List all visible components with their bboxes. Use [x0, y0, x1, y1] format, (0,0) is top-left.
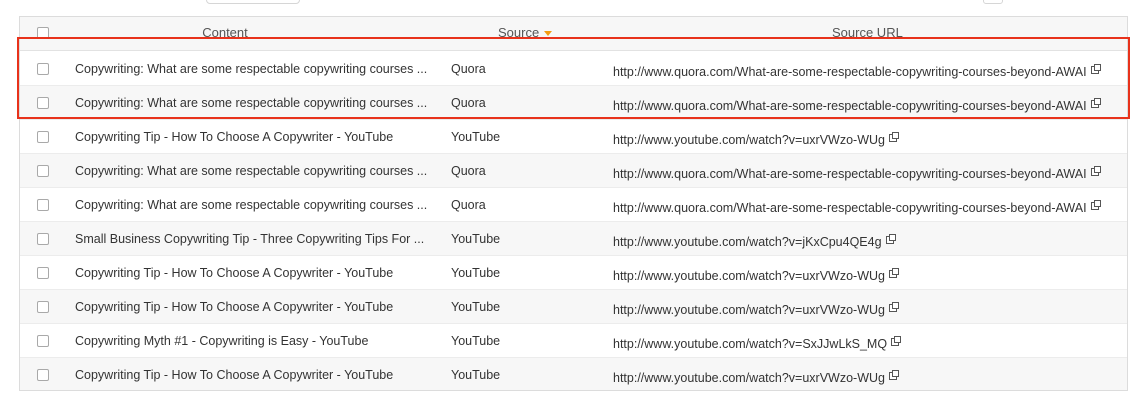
row-content: Copywriting Tip - How To Choose A Copywr… — [75, 368, 394, 382]
table-row[interactable]: Copywriting Tip - How To Choose A Copywr… — [20, 256, 1127, 290]
row-checkbox[interactable] — [37, 233, 49, 245]
header-content[interactable]: Content — [20, 25, 430, 40]
table-row[interactable]: Copywriting: What are some respectable c… — [20, 188, 1127, 222]
row-content: Copywriting Myth #1 - Copywriting is Eas… — [75, 334, 369, 348]
toolbar — [0, 0, 1143, 16]
row-url-text[interactable]: http://www.quora.com/What-are-some-respe… — [613, 201, 1087, 215]
table-header: Content Source Source URL — [20, 17, 1127, 51]
table-row[interactable]: Copywriting: What are some respectable c… — [20, 52, 1127, 86]
row-checkbox[interactable] — [37, 267, 49, 279]
table-row[interactable]: Copywriting: What are some respectable c… — [20, 154, 1127, 188]
row-content: Copywriting: What are some respectable c… — [75, 198, 428, 212]
row-source: Quora — [451, 62, 486, 76]
table-row[interactable]: Small Business Copywriting Tip - Three C… — [20, 222, 1127, 256]
row-url-text[interactable]: http://www.youtube.com/watch?v=uxrVWzo-W… — [613, 303, 885, 317]
row-content: Copywriting Tip - How To Choose A Copywr… — [75, 130, 394, 144]
row-url[interactable]: http://www.quora.com/What-are-some-respe… — [613, 98, 1101, 113]
row-content: Small Business Copywriting Tip - Three C… — [75, 232, 425, 246]
row-url[interactable]: http://www.youtube.com/watch?v=SxJJwLkS_… — [613, 336, 902, 351]
row-url-text[interactable]: http://www.quora.com/What-are-some-respe… — [613, 167, 1087, 181]
row-source: YouTube — [451, 300, 501, 314]
row-url[interactable]: http://www.youtube.com/watch?v=uxrVWzo-W… — [613, 268, 899, 283]
row-content: Copywriting: What are some respectable c… — [75, 96, 428, 110]
data-table: Content Source Source URL Copywriting: W… — [19, 16, 1128, 391]
external-link-icon[interactable] — [888, 132, 899, 142]
row-checkbox[interactable] — [37, 165, 49, 177]
table-row[interactable]: Copywriting Myth #1 - Copywriting is Eas… — [20, 324, 1127, 358]
external-link-icon[interactable] — [888, 268, 899, 278]
external-link-icon[interactable] — [1090, 98, 1101, 108]
row-checkbox[interactable] — [37, 131, 49, 143]
external-link-icon[interactable] — [1090, 200, 1101, 210]
external-link-icon[interactable] — [888, 302, 899, 312]
row-checkbox[interactable] — [37, 369, 49, 381]
row-url[interactable]: http://www.youtube.com/watch?v=uxrVWzo-W… — [613, 370, 899, 385]
row-url[interactable]: http://www.youtube.com/watch?v=uxrVWzo-W… — [613, 132, 899, 147]
row-url-text[interactable]: http://www.youtube.com/watch?v=uxrVWzo-W… — [613, 133, 885, 147]
sort-descending-icon — [544, 31, 553, 37]
external-link-icon[interactable] — [1090, 166, 1101, 176]
row-content: Copywriting Tip - How To Choose A Copywr… — [75, 300, 394, 314]
row-url[interactable]: http://www.quora.com/What-are-some-respe… — [613, 166, 1101, 181]
row-url-text[interactable]: http://www.youtube.com/watch?v=SxJJwLkS_… — [613, 337, 887, 351]
row-url-text[interactable]: http://www.quora.com/What-are-some-respe… — [613, 65, 1087, 79]
row-checkbox[interactable] — [37, 97, 49, 109]
toolbar-dropdown[interactable] — [206, 0, 300, 4]
row-source: Quora — [451, 198, 486, 212]
header-source[interactable]: Source — [498, 25, 553, 40]
row-checkbox[interactable] — [37, 335, 49, 347]
header-source-url[interactable]: Source URL — [832, 25, 903, 40]
row-source: Quora — [451, 96, 486, 110]
external-link-icon[interactable] — [1090, 64, 1101, 74]
row-source: YouTube — [451, 232, 501, 246]
row-source: YouTube — [451, 130, 501, 144]
table-row[interactable]: Copywriting Tip - How To Choose A Copywr… — [20, 358, 1127, 390]
row-url-text[interactable]: http://www.youtube.com/watch?v=uxrVWzo-W… — [613, 269, 885, 283]
row-url-text[interactable]: http://www.quora.com/What-are-some-respe… — [613, 99, 1087, 113]
row-content: Copywriting: What are some respectable c… — [75, 164, 428, 178]
row-url[interactable]: http://www.quora.com/What-are-some-respe… — [613, 200, 1101, 215]
external-link-icon[interactable] — [885, 234, 896, 244]
row-url[interactable]: http://www.youtube.com/watch?v=jKxCpu4QE… — [613, 234, 896, 249]
row-checkbox[interactable] — [37, 199, 49, 211]
row-url[interactable]: http://www.youtube.com/watch?v=uxrVWzo-W… — [613, 302, 899, 317]
row-source: YouTube — [451, 266, 501, 280]
row-source: YouTube — [451, 368, 501, 382]
row-url-text[interactable]: http://www.youtube.com/watch?v=uxrVWzo-W… — [613, 371, 885, 385]
row-checkbox[interactable] — [37, 63, 49, 75]
row-url-text[interactable]: http://www.youtube.com/watch?v=jKxCpu4QE… — [613, 235, 882, 249]
table-row[interactable]: Copywriting Tip - How To Choose A Copywr… — [20, 290, 1127, 324]
header-source-label: Source — [498, 25, 540, 40]
table-row[interactable]: Copywriting: What are some respectable c… — [20, 86, 1127, 120]
external-link-icon[interactable] — [888, 370, 899, 380]
row-content: Copywriting Tip - How To Choose A Copywr… — [75, 266, 394, 280]
toolbar-button[interactable] — [983, 0, 1003, 4]
row-source: YouTube — [451, 334, 501, 348]
table-row[interactable]: Copywriting Tip - How To Choose A Copywr… — [20, 120, 1127, 154]
external-link-icon[interactable] — [891, 336, 902, 346]
row-checkbox[interactable] — [37, 301, 49, 313]
row-content: Copywriting: What are some respectable c… — [75, 62, 428, 76]
row-source: Quora — [451, 164, 486, 178]
row-url[interactable]: http://www.quora.com/What-are-some-respe… — [613, 64, 1101, 79]
